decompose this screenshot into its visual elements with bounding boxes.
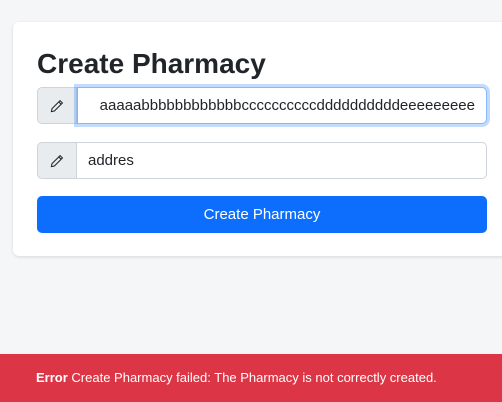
pencil-icon (37, 87, 77, 124)
pharmacy-address-value: addres (88, 152, 134, 169)
error-toast: Error Create Pharmacy failed: The Pharma… (0, 354, 502, 402)
error-message: Create Pharmacy failed: The Pharmacy is … (71, 370, 437, 385)
page-title: Create Pharmacy (37, 48, 266, 79)
name-input-group: aaaaabbbbbbbbbbbbccccccccccddddddddddeee… (37, 87, 487, 124)
create-pharmacy-button[interactable]: Create Pharmacy (37, 196, 487, 233)
pencil-icon (37, 142, 77, 179)
address-input-group: addres (37, 142, 487, 179)
create-pharmacy-card: Create Pharmacy aaaaabbbbbbbbbbbbccccccc… (13, 22, 502, 256)
pharmacy-name-input[interactable]: aaaaabbbbbbbbbbbbccccccccccddddddddddeee… (77, 87, 487, 124)
pharmacy-address-input[interactable]: addres (77, 142, 487, 179)
pharmacy-name-value: aaaaabbbbbbbbbbbbccccccccccddddddddddeee… (99, 97, 475, 114)
error-label: Error (36, 370, 68, 385)
